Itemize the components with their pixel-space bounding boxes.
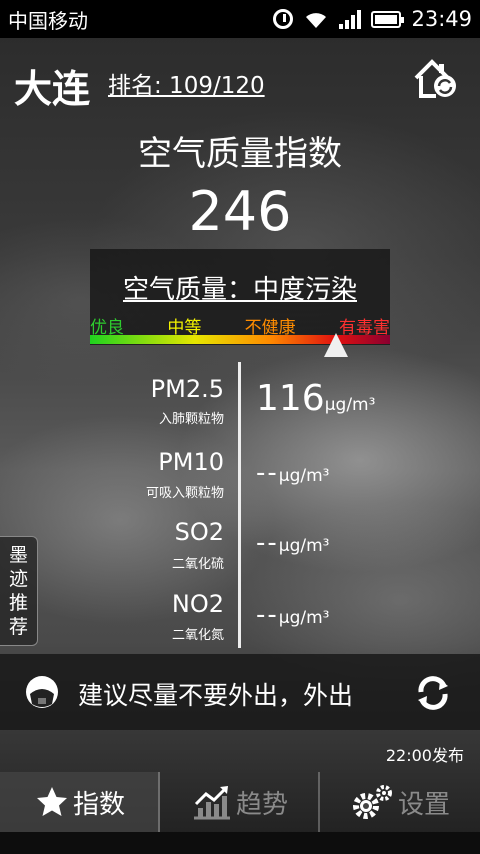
pm25-value: 116 <box>256 378 325 419</box>
pm10-description: 可吸入颗粒物 <box>145 486 224 501</box>
carrier-name: 中国移动 <box>8 8 88 33</box>
tab-trend[interactable]: 趋势 <box>160 772 320 832</box>
tab-settings-label: 设置 <box>397 789 450 820</box>
alarm-icon <box>273 9 294 29</box>
pollutant-divider <box>238 362 241 648</box>
quality-label[interactable]: 空气质量：中度污染 <box>90 269 390 306</box>
pm10-unit: μg/m³ <box>278 466 330 486</box>
refresh-icon[interactable] <box>414 674 452 712</box>
mask-icon <box>26 676 58 708</box>
aqi-value: 246 <box>188 180 292 243</box>
side-tab-char-1: 墨 <box>8 544 28 566</box>
tab-settings[interactable]: 设置 <box>320 772 480 832</box>
star-icon <box>36 787 67 816</box>
so2-value: -- <box>256 528 279 558</box>
no2-value: -- <box>256 600 279 630</box>
pm25-unit: μg/m³ <box>324 395 376 415</box>
city-rank[interactable]: 排名: 109/120 <box>108 66 265 100</box>
battery-icon <box>371 10 405 28</box>
city-name[interactable]: 大连 <box>14 58 90 113</box>
page-title: 空气质量指数 <box>138 134 342 174</box>
advice-bar: 建议尽量不要外出，外出 <box>0 654 480 730</box>
tab-index-label: 指数 <box>72 789 125 820</box>
tab-index[interactable]: 指数 <box>0 772 160 832</box>
tab-trend-label: 趋势 <box>235 789 288 820</box>
bottom-nav: 指数 趋势 设置 <box>0 772 480 832</box>
bottom-strip <box>0 832 480 854</box>
no2-name: NO2 <box>171 590 224 618</box>
recommend-side-tab[interactable]: 墨 迹 推 荐 <box>0 536 38 646</box>
publish-time: 22:00发布 <box>385 746 464 765</box>
side-tab-char-2: 迹 <box>8 568 28 590</box>
pm10-value: -- <box>256 458 279 488</box>
gear-icon <box>352 785 392 819</box>
no2-unit: μg/m³ <box>278 608 330 628</box>
pm25-value-row: 116μg/m³ <box>256 378 375 419</box>
status-time: 23:49 <box>411 7 472 31</box>
pm25-description: 入肺颗粒物 <box>158 412 224 427</box>
pm25-name: PM2.5 <box>150 375 224 403</box>
so2-name: SO2 <box>174 518 224 546</box>
signal-icon <box>339 9 362 29</box>
home-refresh-icon[interactable] <box>412 56 458 100</box>
so2-description: 二氧化硫 <box>171 557 224 572</box>
quality-marker-icon <box>324 333 348 357</box>
so2-unit: μg/m³ <box>278 536 330 556</box>
so2-value-row: --μg/m³ <box>256 528 329 558</box>
status-bar: 中国移动 23:49 <box>0 0 480 38</box>
no2-description: 二氧化氮 <box>171 628 224 643</box>
pm10-name: PM10 <box>158 448 224 476</box>
quality-panel: 空气质量：中度污染 优良 中等 不健康 有毒害 <box>90 249 390 345</box>
side-tab-char-3: 推 <box>8 592 28 614</box>
side-tab-char-4: 荐 <box>8 616 28 638</box>
advice-text: 建议尽量不要外出，外出 <box>78 681 354 710</box>
trend-icon <box>193 786 230 820</box>
pm10-value-row: --μg/m³ <box>256 458 329 488</box>
wifi-icon <box>306 13 327 28</box>
no2-value-row: --μg/m³ <box>256 600 329 630</box>
